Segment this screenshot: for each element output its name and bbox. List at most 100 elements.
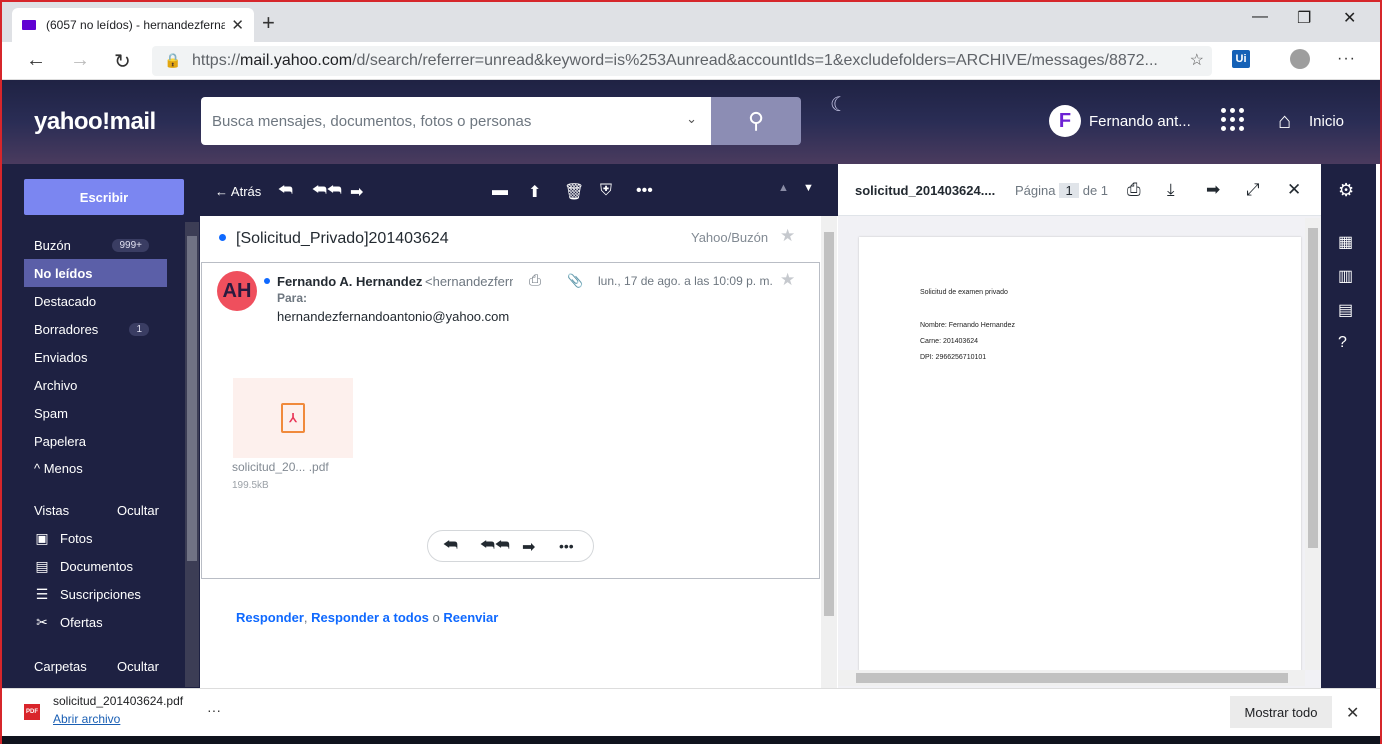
forward-link[interactable]: Reenviar	[443, 610, 498, 625]
reply-all-icon[interactable]: ⮪⮪	[312, 182, 342, 200]
download-icon[interactable]: ⤓	[1167, 180, 1175, 200]
help-icon[interactable]: ?	[1338, 334, 1347, 352]
more-options-icon[interactable]: •••	[636, 182, 653, 200]
page-number-input[interactable]: 1	[1059, 183, 1079, 198]
sidebar-item-documents[interactable]: ▤ Documentos	[24, 552, 167, 580]
download-more-icon[interactable]: ···	[207, 702, 221, 718]
message-toolbar: ← Atrás ⮪ ⮪⮪ ➡ ▬ ⬆ 🗑 ⛨ ••• ▲ ▼	[200, 164, 838, 216]
sidebar-item-photos[interactable]: ▣ Fotos	[24, 524, 167, 552]
search-icon: ⚲	[747, 108, 765, 133]
reply-icon[interactable]: ⮪	[278, 182, 293, 200]
previous-message-icon[interactable]: ▲	[778, 182, 789, 194]
back-to-list-button[interactable]: ← Atrás	[215, 184, 261, 199]
message-subject: [Solicitud_Privado]201403624	[236, 230, 449, 247]
reply-link[interactable]: Responder	[236, 610, 304, 625]
star-icon[interactable]: ★	[780, 270, 795, 290]
apps-grid-icon[interactable]	[1221, 108, 1245, 132]
folders-hide-link[interactable]: Ocultar	[117, 659, 159, 674]
back-label: Atrás	[230, 184, 262, 199]
forward-icon[interactable]: ➡	[522, 537, 535, 557]
attachment-thumbnail[interactable]: ⅄	[233, 378, 353, 458]
sidebar-item-deals[interactable]: ✂ Ofertas	[24, 608, 167, 636]
sidebar-item-unread[interactable]: No leídos	[24, 259, 167, 287]
close-window-button[interactable]: ✕	[1343, 8, 1356, 28]
reply-all-link[interactable]: Responder a todos	[311, 610, 429, 625]
minimize-button[interactable]: —	[1252, 8, 1268, 26]
archive-icon[interactable]: ▬	[492, 182, 508, 200]
yahoo-mail-logo[interactable]: yahoo!mail	[34, 108, 156, 136]
to-address[interactable]: hernandezfernandoantonio@yahoo.com	[277, 309, 509, 324]
sidebar-item-inbox[interactable]: Buzón 999+	[24, 231, 167, 259]
chevron-down-icon[interactable]: ⌄	[686, 111, 697, 127]
compose-button[interactable]: Escribir	[24, 179, 184, 215]
browser-menu-icon[interactable]: ···	[1337, 50, 1356, 68]
star-icon[interactable]: ★	[780, 226, 795, 246]
sidebar-item-spam[interactable]: Spam	[24, 399, 167, 427]
extension-icon[interactable]: Ui	[1232, 50, 1250, 68]
viewer-horizontal-scrollbar[interactable]	[838, 670, 1305, 686]
next-message-icon[interactable]: ▼	[803, 182, 814, 194]
pdf-file-icon: PDF	[24, 704, 40, 720]
close-download-bar-icon[interactable]: ✕	[1346, 703, 1359, 723]
print-icon[interactable]: ⎙	[529, 272, 541, 289]
forward-icon[interactable]: ➡	[350, 182, 363, 202]
sidebar-item-sent[interactable]: Enviados	[24, 343, 167, 371]
sidebar-item-archive[interactable]: Archivo	[24, 371, 167, 399]
refresh-button[interactable]: ↻	[114, 49, 131, 74]
url-path: /d/search/referrer=unread&keyword=is%253…	[352, 52, 1158, 69]
download-filename[interactable]: solicitud_201403624.pdf	[53, 694, 183, 708]
new-tab-button[interactable]: +	[262, 10, 275, 36]
search-input[interactable]: Busca mensajes, documentos, fotos o pers…	[201, 97, 711, 145]
show-all-button[interactable]: Mostrar todo	[1230, 696, 1332, 728]
browser-tab[interactable]: (6057 no leídos) - hernandezferna ✕	[12, 8, 254, 42]
sidebar-item-starred[interactable]: Destacado	[24, 287, 167, 315]
move-icon[interactable]: ⬆	[528, 182, 541, 202]
sidebar-scrollbar[interactable]	[185, 222, 199, 687]
scissors-icon: ✂	[36, 613, 48, 630]
spam-shield-icon[interactable]: ⛨	[600, 182, 612, 200]
url-prefix: https://	[192, 52, 241, 69]
sidebar-item-trash[interactable]: Papelera	[24, 427, 167, 455]
url-field[interactable]: 🔒 https://mail.yahoo.com/d/search/referr…	[152, 46, 1212, 76]
expand-icon[interactable]: ⤢	[1246, 180, 1260, 200]
close-tab-icon[interactable]: ✕	[231, 16, 244, 34]
print-icon[interactable]: ⎙	[1127, 180, 1141, 200]
message-date: lun., 17 de ago. a las 10:09 p. m.	[598, 274, 773, 288]
message-scrollbar[interactable]	[821, 216, 837, 688]
less-toggle[interactable]: ^ Menos	[24, 454, 167, 482]
back-button[interactable]: ←	[26, 49, 46, 72]
contacts-icon[interactable]: ▦	[1338, 232, 1353, 252]
open-file-link[interactable]: Abrir archivo	[53, 712, 120, 726]
restore-button[interactable]: ❐	[1297, 8, 1311, 28]
forward-button[interactable]: →	[70, 49, 90, 72]
mail-favicon-icon	[22, 20, 36, 30]
settings-gear-icon[interactable]: ⚙	[1338, 180, 1354, 201]
more-options-icon[interactable]: •••	[559, 538, 574, 554]
sidebar-item-drafts[interactable]: Borradores 1	[24, 315, 167, 343]
views-hide-link[interactable]: Ocultar	[117, 503, 159, 518]
user-avatar[interactable]: F	[1049, 105, 1081, 137]
folders-heading: Carpetas	[34, 659, 87, 674]
reply-all-icon[interactable]: ⮪⮪	[480, 537, 510, 555]
delete-icon[interactable]: 🗑	[564, 182, 584, 202]
home-link[interactable]: Inicio	[1309, 113, 1344, 130]
reply-icon[interactable]: ⮪	[443, 537, 458, 555]
notepad-icon[interactable]: ▤	[1338, 300, 1353, 320]
home-icon[interactable]: ⌂	[1278, 108, 1291, 134]
doc-line: Solicitud de examen privado	[920, 289, 1008, 296]
sidebar-item-label: Buzón	[34, 237, 71, 253]
search-button[interactable]: ⚲	[711, 97, 801, 145]
user-name[interactable]: Fernando ant...	[1089, 113, 1191, 130]
calendar-icon[interactable]: ▥	[1338, 266, 1353, 286]
profile-avatar[interactable]	[1290, 49, 1310, 69]
favorite-star-icon[interactable]: ☆	[1190, 50, 1204, 70]
forward-icon[interactable]: ➡	[1206, 180, 1220, 200]
viewer-vertical-scrollbar[interactable]	[1305, 218, 1320, 670]
close-icon[interactable]: ✕	[1287, 180, 1301, 200]
attachment-name[interactable]: solicitud_20... .pdf	[232, 460, 329, 474]
sender-email[interactable]: <hernandezfernandoantonio@yahoo.com>	[425, 274, 513, 289]
page-indicator: Página 1 de 1	[1015, 183, 1108, 198]
count-badge: 999+	[112, 238, 149, 252]
sender-name[interactable]: Fernando A. Hernandez	[277, 274, 422, 289]
sidebar-item-subscriptions[interactable]: ☰ Suscripciones	[24, 580, 167, 608]
